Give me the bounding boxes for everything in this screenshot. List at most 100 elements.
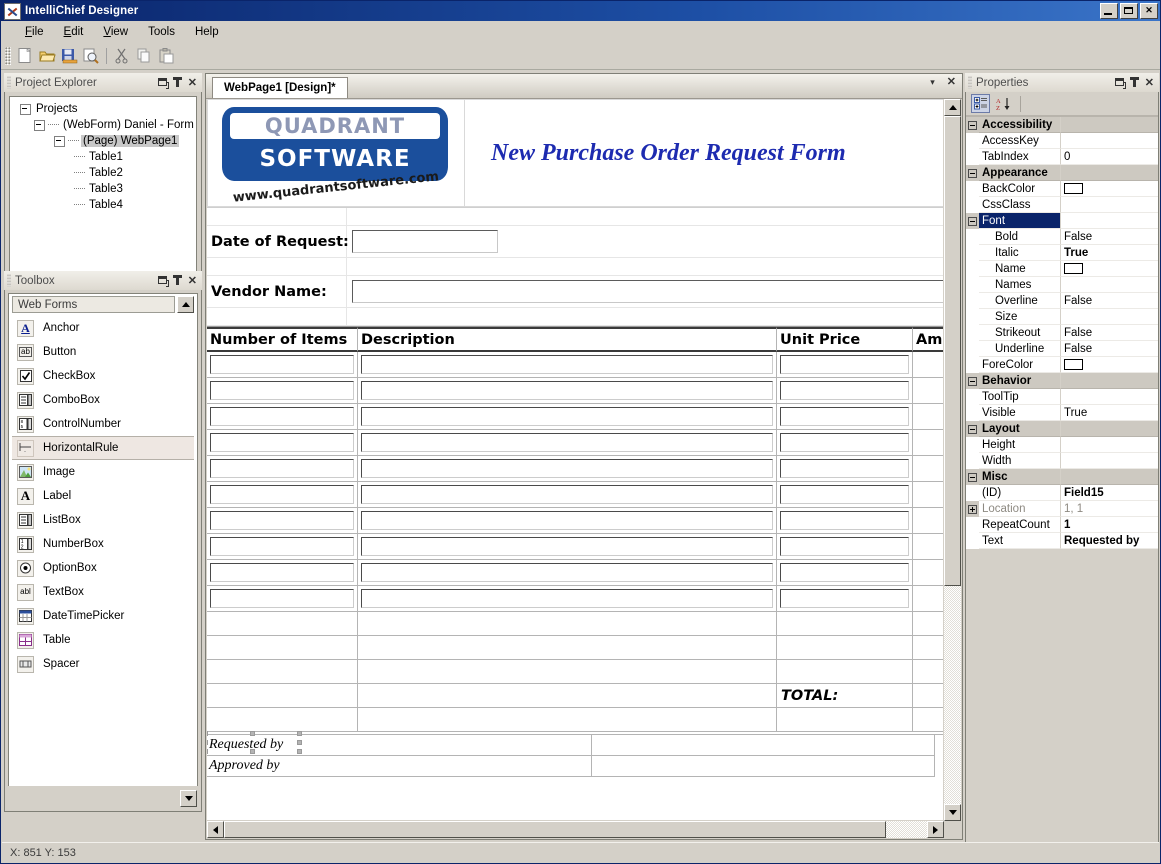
unit-price-input[interactable] <box>780 485 909 504</box>
property-value[interactable]: 0 <box>1061 149 1158 165</box>
unit-price-input[interactable] <box>780 433 909 452</box>
horizontal-scroll-thumb[interactable] <box>224 821 886 838</box>
property-value[interactable] <box>1061 213 1158 229</box>
new-icon[interactable] <box>14 45 36 67</box>
property-row-forecolor[interactable]: ForeColor <box>966 357 1158 373</box>
toolbox-item-label[interactable]: A Label <box>12 484 194 508</box>
expander-minus-icon[interactable] <box>20 103 31 115</box>
expander-minus-icon[interactable] <box>968 472 977 482</box>
expander-cell[interactable] <box>966 373 979 389</box>
property-value[interactable]: True <box>1061 405 1158 421</box>
property-value[interactable]: Field15 <box>1061 485 1158 501</box>
tree-node-table4[interactable]: Table4 <box>12 197 194 213</box>
property-value[interactable]: True <box>1061 245 1158 261</box>
expander-minus-icon[interactable] <box>968 168 977 178</box>
description-input[interactable] <box>361 407 773 426</box>
property-value[interactable] <box>1061 277 1158 293</box>
close-icon[interactable]: ✕ <box>188 77 197 88</box>
expander-cell[interactable] <box>966 117 979 133</box>
design-canvas[interactable]: QUADRANT SOFTWARE www.quadrantsoftware.c… <box>207 99 961 838</box>
canvas-horizontal-scrollbar[interactable] <box>207 820 944 838</box>
property-value[interactable] <box>1061 357 1158 373</box>
tree-node-table2[interactable]: Table2 <box>12 165 194 181</box>
restore-window-icon[interactable] <box>1114 77 1126 89</box>
tree-node-webform[interactable]: (WebForm) Daniel - Form <box>12 117 194 133</box>
toolbox-item-image[interactable]: Image <box>12 460 194 484</box>
design-surface[interactable]: QUADRANT SOFTWARE www.quadrantsoftware.c… <box>207 99 944 821</box>
unit-price-input[interactable] <box>780 563 909 582</box>
toolbox-item-checkbox[interactable]: CheckBox <box>12 364 194 388</box>
property-value[interactable]: False <box>1061 325 1158 341</box>
property-value[interactable] <box>1061 197 1158 213</box>
description-input[interactable] <box>361 433 773 452</box>
pin-icon[interactable] <box>172 76 182 89</box>
property-row-cssclass[interactable]: CssClass <box>966 197 1158 213</box>
toolbox-item-numberbox[interactable]: 12 NumberBox <box>12 532 194 556</box>
property-value[interactable]: False <box>1061 341 1158 357</box>
expander-cell[interactable] <box>966 165 979 181</box>
cut-icon[interactable] <box>111 45 133 67</box>
restore-window-icon[interactable] <box>157 275 169 287</box>
unit-price-input[interactable] <box>780 381 909 400</box>
property-category-accessibility[interactable]: Accessibility <box>966 117 1158 133</box>
menu-tools[interactable]: Tools <box>138 24 185 40</box>
property-value[interactable] <box>1061 181 1158 197</box>
tree-node-webpage1[interactable]: (Page) WebPage1 <box>12 133 194 149</box>
pin-icon[interactable] <box>1129 76 1139 89</box>
property-value[interactable] <box>1061 117 1158 133</box>
property-value[interactable] <box>1061 373 1158 389</box>
description-input[interactable] <box>361 537 773 556</box>
property-category-misc[interactable]: Misc <box>966 469 1158 485</box>
number-of-items-input[interactable] <box>210 381 354 400</box>
paste-icon[interactable] <box>155 45 177 67</box>
tree-node-table1[interactable]: Table1 <box>12 149 194 165</box>
property-value[interactable]: False <box>1061 293 1158 309</box>
description-input[interactable] <box>361 511 773 530</box>
project-tree[interactable]: Projects (WebForm) Daniel - Form (Page) … <box>9 96 197 277</box>
close-icon[interactable]: ✕ <box>947 77 956 88</box>
scroll-up-button[interactable] <box>944 99 961 116</box>
number-of-items-input[interactable] <box>210 355 354 374</box>
property-value[interactable] <box>1061 453 1158 469</box>
toolbox-item-anchor[interactable]: A Anchor <box>12 316 194 340</box>
expander-minus-icon[interactable] <box>968 120 977 130</box>
menu-help[interactable]: Help <box>185 24 229 40</box>
property-value[interactable] <box>1061 133 1158 149</box>
toolbox-item-button[interactable]: ab Button <box>12 340 194 364</box>
property-row-underline[interactable]: Underline False <box>966 341 1158 357</box>
minimize-button[interactable] <box>1100 3 1118 19</box>
toolbox-item-table[interactable]: Table <box>12 628 194 652</box>
save-icon[interactable] <box>58 45 80 67</box>
color-swatch[interactable] <box>1064 183 1083 194</box>
property-row-width[interactable]: Width <box>966 453 1158 469</box>
description-input[interactable] <box>361 589 773 608</box>
panel-grip[interactable] <box>7 274 11 287</box>
number-of-items-input[interactable] <box>210 589 354 608</box>
expander-cell[interactable] <box>966 421 979 437</box>
toolbox-item-textbox[interactable]: abl TextBox <box>12 580 194 604</box>
vertical-scroll-thumb[interactable] <box>944 116 961 586</box>
toolbox-item-listbox[interactable]: ListBox <box>12 508 194 532</box>
toolbox-item-optionbox[interactable]: OptionBox <box>12 556 194 580</box>
property-row-strikeout[interactable]: Strikeout False <box>966 325 1158 341</box>
close-button[interactable]: ✕ <box>1140 3 1158 19</box>
menu-file[interactable]: File <box>15 24 54 40</box>
restore-window-icon[interactable] <box>157 77 169 89</box>
alphabetical-sort-icon[interactable]: AZ <box>994 94 1013 113</box>
unit-price-input[interactable] <box>780 355 909 374</box>
tree-node-projects[interactable]: Projects <box>12 101 194 117</box>
chevron-down-icon[interactable]: ▾ <box>930 77 935 87</box>
property-row-id[interactable]: (ID) Field15 <box>966 485 1158 501</box>
property-category-layout[interactable]: Layout <box>966 421 1158 437</box>
description-input[interactable] <box>361 381 773 400</box>
description-input[interactable] <box>361 563 773 582</box>
property-row-name[interactable]: Name <box>966 261 1158 277</box>
number-of-items-input[interactable] <box>210 407 354 426</box>
copy-icon[interactable] <box>133 45 155 67</box>
property-row-names[interactable]: Names <box>966 277 1158 293</box>
open-folder-icon[interactable] <box>36 45 58 67</box>
toolbox-item-horizontalrule[interactable]: HorizontalRule <box>12 436 194 460</box>
toolbox-item-combobox[interactable]: ComboBox <box>12 388 194 412</box>
expander-plus-icon[interactable] <box>968 504 977 514</box>
property-value[interactable] <box>1061 469 1158 485</box>
